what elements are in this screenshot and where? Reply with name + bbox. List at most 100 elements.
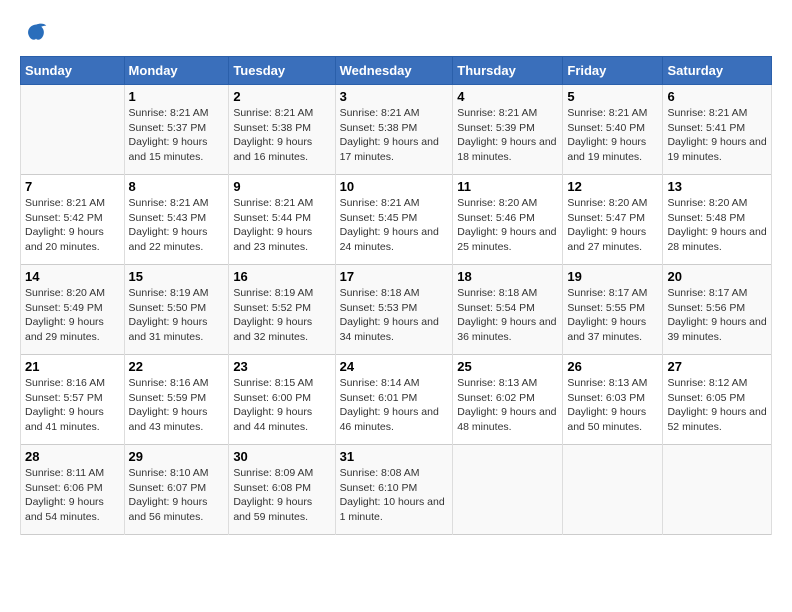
- day-number: 11: [457, 179, 558, 194]
- col-header-sunday: Sunday: [21, 57, 125, 85]
- day-number: 14: [25, 269, 120, 284]
- day-info: Sunrise: 8:20 AMSunset: 5:47 PMDaylight:…: [567, 196, 658, 255]
- day-number: 30: [233, 449, 330, 464]
- day-info: Sunrise: 8:10 AMSunset: 6:07 PMDaylight:…: [129, 466, 225, 525]
- day-number: 29: [129, 449, 225, 464]
- day-info: Sunrise: 8:20 AMSunset: 5:46 PMDaylight:…: [457, 196, 558, 255]
- day-info: Sunrise: 8:17 AMSunset: 5:56 PMDaylight:…: [667, 286, 767, 345]
- day-number: 27: [667, 359, 767, 374]
- day-info: Sunrise: 8:16 AMSunset: 5:59 PMDaylight:…: [129, 376, 225, 435]
- day-info: Sunrise: 8:21 AMSunset: 5:38 PMDaylight:…: [340, 106, 449, 165]
- day-info: Sunrise: 8:21 AMSunset: 5:37 PMDaylight:…: [129, 106, 225, 165]
- day-number: 5: [567, 89, 658, 104]
- day-number: 21: [25, 359, 120, 374]
- day-number: 9: [233, 179, 330, 194]
- day-info: Sunrise: 8:21 AMSunset: 5:43 PMDaylight:…: [129, 196, 225, 255]
- day-number: 19: [567, 269, 658, 284]
- day-cell: 19 Sunrise: 8:17 AMSunset: 5:55 PMDayligh…: [563, 265, 663, 355]
- day-number: 28: [25, 449, 120, 464]
- week-row-1: 1 Sunrise: 8:21 AMSunset: 5:37 PMDaylight…: [21, 85, 772, 175]
- day-cell: [563, 445, 663, 535]
- day-cell: 3 Sunrise: 8:21 AMSunset: 5:38 PMDaylight…: [335, 85, 453, 175]
- day-cell: 23 Sunrise: 8:15 AMSunset: 6:00 PMDayligh…: [229, 355, 335, 445]
- day-number: 13: [667, 179, 767, 194]
- day-cell: 8 Sunrise: 8:21 AMSunset: 5:43 PMDaylight…: [124, 175, 229, 265]
- day-number: 1: [129, 89, 225, 104]
- day-number: 10: [340, 179, 449, 194]
- day-number: 8: [129, 179, 225, 194]
- day-info: Sunrise: 8:15 AMSunset: 6:00 PMDaylight:…: [233, 376, 330, 435]
- day-info: Sunrise: 8:13 AMSunset: 6:03 PMDaylight:…: [567, 376, 658, 435]
- day-info: Sunrise: 8:21 AMSunset: 5:45 PMDaylight:…: [340, 196, 449, 255]
- day-number: 31: [340, 449, 449, 464]
- day-cell: 17 Sunrise: 8:18 AMSunset: 5:53 PMDayligh…: [335, 265, 453, 355]
- day-info: Sunrise: 8:14 AMSunset: 6:01 PMDaylight:…: [340, 376, 449, 435]
- day-number: 20: [667, 269, 767, 284]
- day-cell: 7 Sunrise: 8:21 AMSunset: 5:42 PMDaylight…: [21, 175, 125, 265]
- day-info: Sunrise: 8:21 AMSunset: 5:39 PMDaylight:…: [457, 106, 558, 165]
- day-number: 12: [567, 179, 658, 194]
- col-header-tuesday: Tuesday: [229, 57, 335, 85]
- day-cell: 22 Sunrise: 8:16 AMSunset: 5:59 PMDayligh…: [124, 355, 229, 445]
- day-cell: 4 Sunrise: 8:21 AMSunset: 5:39 PMDaylight…: [453, 85, 563, 175]
- day-cell: 26 Sunrise: 8:13 AMSunset: 6:03 PMDayligh…: [563, 355, 663, 445]
- day-cell: 31 Sunrise: 8:08 AMSunset: 6:10 PMDayligh…: [335, 445, 453, 535]
- day-cell: 18 Sunrise: 8:18 AMSunset: 5:54 PMDayligh…: [453, 265, 563, 355]
- day-info: Sunrise: 8:21 AMSunset: 5:40 PMDaylight:…: [567, 106, 658, 165]
- calendar-table: SundayMondayTuesdayWednesdayThursdayFrid…: [20, 56, 772, 535]
- day-cell: 14 Sunrise: 8:20 AMSunset: 5:49 PMDayligh…: [21, 265, 125, 355]
- day-number: 25: [457, 359, 558, 374]
- day-number: 2: [233, 89, 330, 104]
- day-cell: 30 Sunrise: 8:09 AMSunset: 6:08 PMDayligh…: [229, 445, 335, 535]
- week-row-3: 14 Sunrise: 8:20 AMSunset: 5:49 PMDayligh…: [21, 265, 772, 355]
- day-info: Sunrise: 8:17 AMSunset: 5:55 PMDaylight:…: [567, 286, 658, 345]
- week-row-2: 7 Sunrise: 8:21 AMSunset: 5:42 PMDaylight…: [21, 175, 772, 265]
- day-number: 22: [129, 359, 225, 374]
- day-info: Sunrise: 8:20 AMSunset: 5:48 PMDaylight:…: [667, 196, 767, 255]
- day-info: Sunrise: 8:19 AMSunset: 5:50 PMDaylight:…: [129, 286, 225, 345]
- day-number: 7: [25, 179, 120, 194]
- day-cell: 24 Sunrise: 8:14 AMSunset: 6:01 PMDayligh…: [335, 355, 453, 445]
- day-number: 18: [457, 269, 558, 284]
- day-info: Sunrise: 8:20 AMSunset: 5:49 PMDaylight:…: [25, 286, 120, 345]
- day-number: 16: [233, 269, 330, 284]
- day-info: Sunrise: 8:21 AMSunset: 5:44 PMDaylight:…: [233, 196, 330, 255]
- day-cell: [21, 85, 125, 175]
- day-cell: 11 Sunrise: 8:20 AMSunset: 5:46 PMDayligh…: [453, 175, 563, 265]
- day-info: Sunrise: 8:13 AMSunset: 6:02 PMDaylight:…: [457, 376, 558, 435]
- day-cell: 10 Sunrise: 8:21 AMSunset: 5:45 PMDayligh…: [335, 175, 453, 265]
- day-info: Sunrise: 8:18 AMSunset: 5:54 PMDaylight:…: [457, 286, 558, 345]
- day-cell: 15 Sunrise: 8:19 AMSunset: 5:50 PMDayligh…: [124, 265, 229, 355]
- day-cell: 16Sunrise: 8:19 AMSunset: 5:52 PMDayligh…: [229, 265, 335, 355]
- day-cell: 12 Sunrise: 8:20 AMSunset: 5:47 PMDayligh…: [563, 175, 663, 265]
- day-number: 4: [457, 89, 558, 104]
- day-number: 26: [567, 359, 658, 374]
- day-number: 6: [667, 89, 767, 104]
- day-number: 24: [340, 359, 449, 374]
- day-info: Sunrise: 8:08 AMSunset: 6:10 PMDaylight:…: [340, 466, 449, 525]
- day-cell: 2 Sunrise: 8:21 AMSunset: 5:38 PMDaylight…: [229, 85, 335, 175]
- day-number: 17: [340, 269, 449, 284]
- logo: [20, 20, 50, 48]
- col-header-wednesday: Wednesday: [335, 57, 453, 85]
- day-cell: 29 Sunrise: 8:10 AMSunset: 6:07 PMDayligh…: [124, 445, 229, 535]
- day-cell: 20 Sunrise: 8:17 AMSunset: 5:56 PMDayligh…: [663, 265, 772, 355]
- day-cell: 9 Sunrise: 8:21 AMSunset: 5:44 PMDaylight…: [229, 175, 335, 265]
- day-info: Sunrise: 8:21 AMSunset: 5:41 PMDaylight:…: [667, 106, 767, 165]
- col-header-monday: Monday: [124, 57, 229, 85]
- day-number: 15: [129, 269, 225, 284]
- day-cell: 27 Sunrise: 8:12 AMSunset: 6:05 PMDayligh…: [663, 355, 772, 445]
- day-info: Sunrise: 8:18 AMSunset: 5:53 PMDaylight:…: [340, 286, 449, 345]
- day-number: 3: [340, 89, 449, 104]
- day-number: 23: [233, 359, 330, 374]
- col-header-saturday: Saturday: [663, 57, 772, 85]
- day-info: Sunrise: 8:21 AMSunset: 5:38 PMDaylight:…: [233, 106, 330, 165]
- day-info: Sunrise: 8:21 AMSunset: 5:42 PMDaylight:…: [25, 196, 120, 255]
- week-row-4: 21 Sunrise: 8:16 AMSunset: 5:57 PMDayligh…: [21, 355, 772, 445]
- day-info: Sunrise: 8:16 AMSunset: 5:57 PMDaylight:…: [25, 376, 120, 435]
- day-cell: 1 Sunrise: 8:21 AMSunset: 5:37 PMDaylight…: [124, 85, 229, 175]
- day-info: Sunrise: 8:09 AMSunset: 6:08 PMDaylight:…: [233, 466, 330, 525]
- day-info: Sunrise: 8:12 AMSunset: 6:05 PMDaylight:…: [667, 376, 767, 435]
- day-cell: 25 Sunrise: 8:13 AMSunset: 6:02 PMDayligh…: [453, 355, 563, 445]
- day-cell: [663, 445, 772, 535]
